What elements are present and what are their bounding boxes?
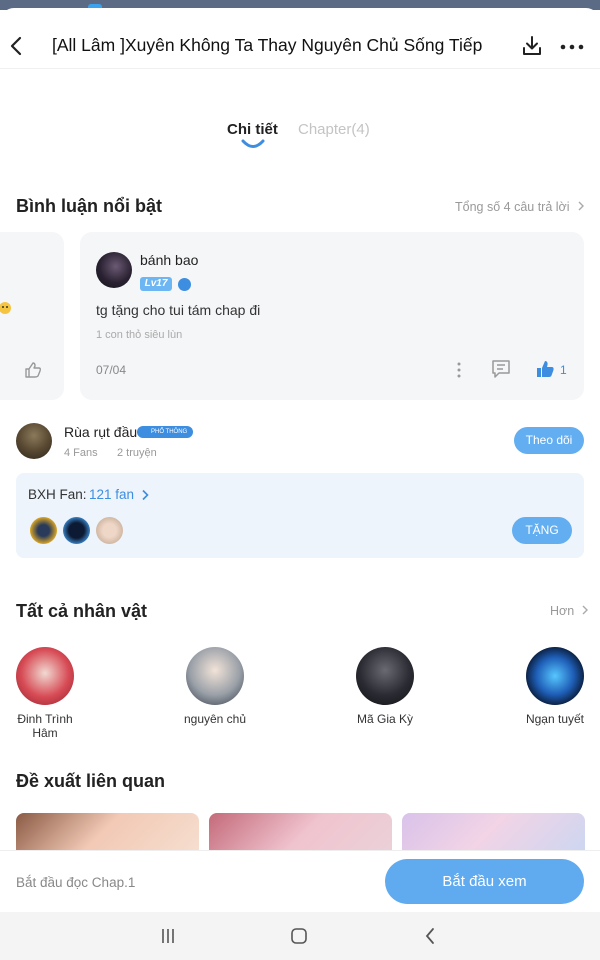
author-fans: 4 Fans bbox=[64, 447, 98, 459]
page-title: [All Lâm ]Xuyên Không Ta Thay Nguyên Chủ… bbox=[52, 35, 483, 55]
follow-button[interactable]: Theo dõi bbox=[514, 427, 584, 454]
start-reading-button[interactable]: Bắt đầu xem bbox=[385, 859, 584, 904]
gift-button[interactable]: TẶNG bbox=[512, 517, 572, 544]
more-dots-icon[interactable] bbox=[560, 40, 584, 52]
characters-more-label: Hơn bbox=[550, 604, 575, 618]
more-vertical-icon[interactable] bbox=[456, 361, 462, 379]
fan-count-link[interactable]: 121 fan bbox=[89, 487, 134, 502]
fan-avatar[interactable] bbox=[63, 517, 90, 544]
author-rank-badge: PHỔ THÔNG bbox=[137, 426, 194, 438]
related-section-title: Đề xuất liên quan bbox=[16, 771, 166, 791]
character-avatar[interactable] bbox=[526, 647, 584, 705]
character-name[interactable]: nguyên chủ bbox=[175, 712, 255, 726]
system-back-icon[interactable] bbox=[424, 927, 436, 945]
start-reading-hint[interactable]: Bắt đầu đọc Chap.1 bbox=[16, 875, 135, 890]
back-arrow-icon[interactable] bbox=[6, 34, 26, 58]
verified-icon bbox=[178, 278, 191, 291]
emoji-icon bbox=[0, 302, 11, 314]
previous-comment-card[interactable] bbox=[0, 232, 64, 400]
header-divider bbox=[0, 68, 600, 69]
home-icon[interactable] bbox=[290, 927, 308, 945]
comment-text: tg tặng cho tui tám chap đi bbox=[96, 302, 261, 318]
character-name[interactable]: Mã Gia Kỳ bbox=[345, 712, 425, 726]
comments-total-link[interactable]: Tổng số 4 câu trả lời bbox=[455, 200, 585, 214]
level-badge: Lv17 bbox=[140, 277, 172, 291]
comment-date: 07/04 bbox=[96, 363, 127, 377]
comment-username[interactable]: bánh bao bbox=[140, 252, 198, 268]
like-outline-icon[interactable] bbox=[23, 360, 43, 380]
reply-icon[interactable] bbox=[491, 359, 511, 379]
fan-ranking-panel bbox=[16, 473, 584, 558]
header: [All Lâm ]Xuyên Không Ta Thay Nguyên Chủ… bbox=[0, 20, 600, 72]
character-avatar[interactable] bbox=[356, 647, 414, 705]
fan-avatar[interactable] bbox=[30, 517, 57, 544]
like-filled-icon[interactable] bbox=[535, 359, 555, 379]
like-count: 1 bbox=[560, 363, 567, 377]
fan-avatar[interactable] bbox=[96, 517, 123, 544]
author-name[interactable]: Rùa rụt đầu bbox=[64, 424, 137, 440]
recent-apps-icon[interactable] bbox=[160, 928, 176, 944]
chevron-right-icon bbox=[578, 201, 584, 211]
comments-total-label: Tổng số 4 câu trả lời bbox=[455, 200, 570, 214]
system-nav-bar bbox=[0, 912, 600, 960]
fan-ranking-label: BXH Fan: bbox=[28, 487, 87, 502]
characters-section-title: Tất cả nhân vật bbox=[16, 601, 148, 621]
avatar[interactable] bbox=[96, 252, 132, 288]
author-stories: 2 truyện bbox=[117, 447, 157, 459]
character-avatar[interactable] bbox=[16, 647, 74, 705]
comments-section-title: Bình luận nổi bật bbox=[16, 196, 162, 216]
character-avatar[interactable] bbox=[186, 647, 244, 705]
character-name[interactable]: Ngạn tuyết bbox=[515, 712, 595, 726]
chevron-right-icon bbox=[582, 605, 588, 615]
tab-active-indicator bbox=[241, 137, 265, 149]
tab-details[interactable]: Chi tiết bbox=[227, 121, 278, 138]
chevron-right-icon bbox=[142, 489, 149, 501]
comment-subtext: 1 con thỏ siêu lùn bbox=[96, 329, 183, 341]
author-avatar[interactable] bbox=[16, 423, 52, 459]
characters-more-link[interactable]: Hơn bbox=[550, 604, 589, 618]
featured-comment-card[interactable]: bánh bao Lv17 tg tặng cho tui tám chap đ… bbox=[80, 232, 584, 400]
tab-chapters[interactable]: Chapter(4) bbox=[298, 121, 370, 138]
character-name[interactable]: Đinh Trình Hâm bbox=[5, 712, 85, 740]
download-icon[interactable] bbox=[521, 35, 543, 57]
